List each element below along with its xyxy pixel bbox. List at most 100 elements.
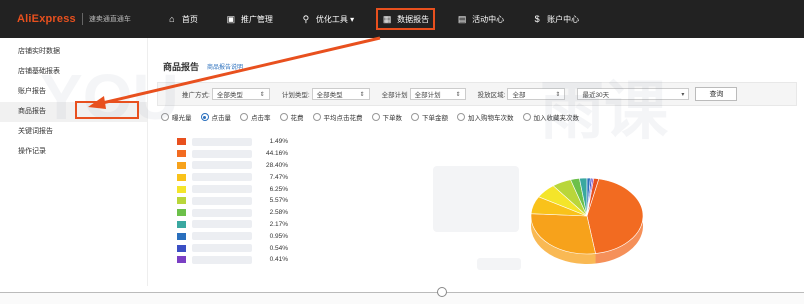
plan-label: 全部计划 [381,92,408,99]
legend-row: 6.25% [177,183,288,195]
nav-item-2[interactable]: ⚲ 优化工具 ▾ [287,0,368,38]
pie-chart [527,168,647,280]
legend-row: 0.41% [177,254,288,266]
brand-subtitle: 速卖通直通车 [88,16,131,23]
legend-percent: 28.40% [265,161,288,169]
metric-radio-5[interactable]: 下单数 [371,112,402,122]
query-button[interactable]: 查询 [695,87,738,101]
legend-row: 1.49% [177,136,288,148]
blurred-product-name [192,196,252,205]
nav-item-4[interactable]: ▤ 活动中心 [443,0,518,38]
legend-percent: 1.49% [269,138,288,146]
nav-item-3[interactable]: ▦ 数据报告 [368,0,443,38]
nav-item-1[interactable]: ▣ 推广管理 [212,0,287,38]
legend-swatch [177,256,186,264]
report-help-link[interactable]: 商品报告说明 [207,62,243,71]
plan-select[interactable]: 全部计划 ⇕ [409,88,466,100]
bottom-strip [0,293,804,304]
legend-percent: 44.16% [265,150,288,158]
chart-icon: ▦ [382,13,392,24]
sidebar-item-5[interactable]: 操作记录 [0,142,147,162]
legend-percent: 0.95% [269,232,288,240]
metric-radio-1[interactable]: 点击量 [200,112,232,122]
legend-percent: 0.41% [269,256,288,264]
promo-type-select[interactable]: 全部类型 ⇕ [211,88,270,100]
bottom-divider [0,292,804,293]
legend-percent: 2.17% [269,220,288,228]
logo-divider [81,13,83,25]
chevron-updown-icon: ⇕ [359,91,365,98]
blurred-region [477,258,521,270]
brand-logo[interactable]: AliExpress [17,13,76,25]
pie-chart-svg [530,177,644,264]
plan-type-value: 全部类型 [316,92,343,99]
nav-item-label: 账户中心 [547,14,580,24]
blurred-product-name [192,244,252,253]
metric-radio-3[interactable]: 花费 [279,112,304,122]
blurred-product-name [192,255,252,264]
blurred-region [433,166,519,232]
legend-row: 0.95% [177,230,288,242]
legend-swatch [177,150,186,158]
watermark-right: 雨课 [540,75,668,147]
search-icon: ⚲ [302,13,310,24]
legend-percent: 7.47% [269,173,288,181]
legend-percent: 6.25% [269,185,288,193]
nav-item-0[interactable]: ⌂ 首页 [153,0,212,38]
legend-swatch [177,197,186,205]
nav-item-label: 推广管理 [240,14,273,24]
main-content: 商品报告 商品报告说明 推广方式: 全部类型 ⇕ 计划类型: 全部类型 ⇕ 全部… [157,38,797,298]
sidebar-item-0[interactable]: 店铺实时数据 [0,42,147,62]
home-icon: ⌂ [169,13,175,24]
legend-row: 2.17% [177,219,288,231]
chevron-updown-icon: ⇕ [455,91,461,98]
radio-dot-icon [312,113,321,121]
briefcase-icon: ▣ [226,13,236,24]
metric-radio-2[interactable]: 点击率 [240,112,271,122]
radio-dot-icon [240,113,248,121]
legend-row: 5.57% [177,195,288,207]
metric-label: 点击量 [211,115,232,122]
region-value: 全部 [512,92,526,99]
legend-row: 2.58% [177,207,288,219]
legend-swatch [177,209,186,217]
legend-percent: 5.57% [269,197,288,205]
metric-radio-6[interactable]: 下单金额 [411,112,448,122]
blurred-product-name [192,161,252,170]
nav-item-5[interactable]: $ 账户中心 [518,0,593,38]
blurred-product-name [192,185,252,194]
metric-label: 花费 [290,115,304,122]
metric-radio-4[interactable]: 平均点击花费 [312,112,363,122]
radio-dot-icon [371,113,380,121]
scroll-handle[interactable] [437,287,447,297]
filter-bar: 推广方式: 全部类型 ⇕ 计划类型: 全部类型 ⇕ 全部计划 全部计划 ⇕ 投放… [157,82,797,106]
nav-item-label: 优化工具 ▾ [315,14,355,24]
nav-item-label: 活动中心 [472,14,505,24]
blurred-product-name [192,137,252,146]
blurred-product-name [192,173,252,182]
radio-dot-icon [279,113,288,121]
legend-swatch [177,161,186,169]
radio-dot-icon [522,113,531,121]
radio-dot-icon [411,113,419,121]
promo-type-label: 推广方式: [182,92,210,99]
main-nav: ⌂ 首页 ▣ 推广管理 ⚲ 优化工具 ▾ ▦ 数据报告 ▤ 活动中心 $ 账户中心 [153,0,593,38]
plan-type-label: 计划类型: [281,92,310,99]
legend-swatch [177,232,186,240]
metric-radio-7[interactable]: 加入购物车次数 [457,112,514,122]
legend-row: 0.54% [177,242,288,254]
plan-type-select[interactable]: 全部类型 ⇕ [311,88,370,100]
metric-label: 下单金额 [422,115,448,122]
legend-row: 44.16% [177,148,288,160]
watermark-left: YOU [40,61,179,133]
metric-label: 加入购物车次数 [468,115,514,122]
legend-row: 28.40% [177,160,288,172]
legend-swatch [177,173,186,181]
chevron-down-icon: ▾ [681,91,685,98]
legend-swatch [177,220,186,228]
nav-item-label: 数据报告 [397,14,430,24]
legend-percent: 2.58% [269,209,288,217]
region-label: 投放区域: [477,92,506,99]
calendar-icon: ▤ [457,13,467,24]
promo-type-value: 全部类型 [216,92,243,99]
